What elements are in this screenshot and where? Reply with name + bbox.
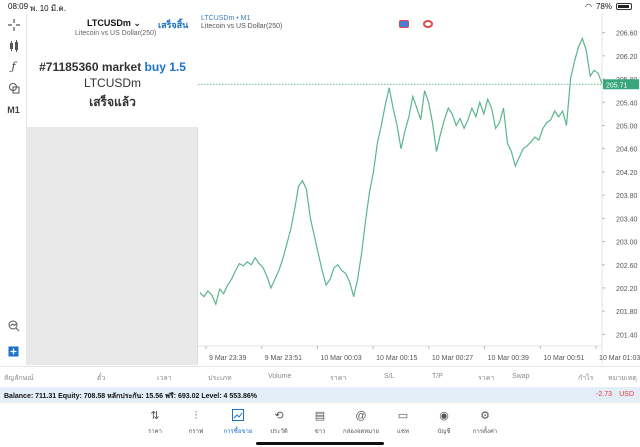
balance-summary: Balance: 711.31 Equity: 708.58 หลักประกั…: [4, 393, 257, 400]
y-tick-label: 202.60: [616, 263, 638, 270]
order-result-card: LTCUSDm ⌄ Litecoin vs US Dollar(250) เสร…: [27, 13, 198, 127]
nav-mailbox[interactable]: @ กล่องจดหมาย: [341, 409, 381, 436]
y-tick-label: 203.80: [616, 193, 638, 200]
x-tick-label: 10 Mar 00:51: [543, 355, 584, 362]
timeframe-button[interactable]: M1: [5, 101, 22, 118]
bottom-navigation: ⇅ ราคา ⫶ กราฟ การซื้อขาย ⟲ ประวัติ ▤ ข่าว @ กล่องจ…: [0, 402, 640, 447]
nav-settings[interactable]: ⚙ การตั้งค่า: [465, 409, 505, 436]
status-right: ◠ 78%: [585, 2, 632, 11]
mailbox-icon: @: [355, 410, 367, 422]
indicators-icon[interactable]: [5, 37, 22, 54]
y-tick-label: 205.40: [616, 100, 638, 107]
nav-quotes[interactable]: ⇅ ราคา: [135, 409, 175, 436]
home-indicator: [256, 442, 384, 445]
chevron-down-icon: ⌄: [133, 18, 141, 28]
y-tick-label: 204.60: [616, 147, 638, 154]
column-header[interactable]: Volume: [268, 373, 291, 380]
column-header[interactable]: ราคา: [330, 373, 346, 384]
y-tick-label: 202.20: [616, 286, 638, 293]
x-tick-label: 9 Mar 23:51: [265, 355, 302, 362]
function-icon[interactable]: ƒ: [5, 58, 22, 75]
nav-label: การตั้งค่า: [472, 429, 498, 435]
price-chart[interactable]: LTCUSDm • M1 Litecoin vs US Dollar(250) …: [198, 13, 640, 365]
column-header[interactable]: สัญลักษณ์: [4, 373, 34, 384]
y-tick-label: 204.20: [616, 170, 638, 177]
profit-total: -2.73: [596, 391, 612, 398]
battery-icon: [616, 3, 632, 10]
column-header[interactable]: หมายเหตุ: [608, 373, 637, 384]
column-header[interactable]: S/L: [384, 373, 395, 380]
x-tick-label: 10 Mar 00:27: [432, 355, 473, 362]
battery-percent: 78%: [595, 2, 612, 11]
x-tick-label: 10 Mar 00:39: [488, 355, 529, 362]
nav-chat[interactable]: ▭ แชท: [383, 409, 423, 436]
add-icon[interactable]: [5, 343, 22, 360]
y-tick-label: 201.80: [616, 309, 638, 316]
column-header[interactable]: เวลา: [157, 373, 172, 384]
chat-icon: ▭: [397, 410, 409, 422]
column-header[interactable]: T/P: [432, 373, 443, 380]
accounts-icon: ◉: [439, 410, 449, 422]
nav-accounts[interactable]: ◉ บัญชี: [424, 409, 464, 436]
crosshair-icon[interactable]: [5, 16, 22, 33]
history-icon: ⟲: [274, 410, 284, 422]
done-button[interactable]: เสร็จสิ้น: [158, 18, 188, 32]
nav-label: กล่องจดหมาย: [342, 429, 380, 435]
y-tick-label: 206.60: [616, 31, 638, 38]
trade-icon: [218, 409, 258, 423]
balance-bar: Balance: 711.31 Equity: 708.58 หลักประกั…: [0, 387, 640, 402]
profit-currency: USD: [619, 391, 634, 398]
nav-label: ข่าว: [314, 429, 326, 435]
settings-icon: ⚙: [480, 410, 490, 422]
order-summary: #71185360 market buy 1.5: [39, 60, 186, 74]
column-header[interactable]: กำไร: [578, 373, 593, 384]
order-status: เสร็จแล้ว: [89, 95, 136, 109]
zoom-icon[interactable]: [5, 317, 22, 334]
x-tick-label: 9 Mar 23:39: [209, 355, 246, 362]
nav-label: ประวัติ: [270, 429, 288, 435]
y-tick-label: 205.00: [616, 123, 638, 130]
price-series-line: [199, 36, 603, 307]
current-price-label: 205.71: [606, 82, 628, 89]
symbol-description: Litecoin vs US Dollar(250): [75, 30, 157, 37]
x-tick-label: 10 Mar 00:03: [320, 355, 361, 362]
nav-charts[interactable]: ⫶ กราฟ: [176, 409, 216, 436]
left-toolbar: ƒ M1: [0, 13, 27, 365]
nav-label: แชท: [397, 429, 409, 435]
nav-trade[interactable]: การซื้อขาย: [218, 409, 258, 436]
news-icon: ▤: [314, 410, 326, 422]
objects-icon[interactable]: [5, 79, 22, 96]
nav-label: กราฟ: [188, 429, 204, 435]
charts-icon: ⫶: [194, 410, 198, 422]
nav-label: บัญชี: [437, 429, 451, 435]
wifi-icon: ◠: [585, 2, 592, 11]
status-bar: 08:09 พ. 10 มี.ค. ◠ 78%: [0, 0, 640, 13]
column-header[interactable]: ประเภท: [208, 373, 232, 384]
status-time: 08:09: [8, 2, 29, 11]
y-tick-label: 203.00: [616, 240, 638, 247]
quotes-icon: ⇅: [150, 410, 160, 422]
x-tick-label: 10 Mar 00:15: [376, 355, 417, 362]
trade-panel: LTCUSDm ⌄ Litecoin vs US Dollar(250) เสร…: [27, 13, 198, 365]
column-header[interactable]: Swap: [512, 373, 530, 380]
x-tick-label: 10 Mar 01:03: [599, 355, 640, 362]
positions-table-header: สัญลักษณ์ ตั๋ว เวลา ประเภท Volume ราคา S/L T/P ร…: [0, 366, 640, 386]
symbol-selector[interactable]: LTCUSDm ⌄: [87, 18, 141, 29]
nav-label: ราคา: [148, 429, 162, 435]
order-action: buy 1.5: [144, 60, 186, 74]
y-tick-label: 203.40: [616, 216, 638, 223]
order-symbol: LTCUSDm: [83, 76, 142, 90]
nav-news[interactable]: ▤ ข่าว: [300, 409, 340, 436]
chart-canvas: 206.60206.20205.80205.40205.00204.60204.…: [198, 13, 640, 365]
nav-label: การซื้อขาย: [223, 429, 253, 435]
column-header[interactable]: ตั๋ว: [97, 373, 105, 384]
nav-history[interactable]: ⟲ ประวัติ: [259, 409, 299, 436]
y-tick-label: 201.40: [616, 332, 638, 339]
y-tick-label: 206.20: [616, 54, 638, 61]
column-header[interactable]: ราคา: [478, 373, 494, 384]
